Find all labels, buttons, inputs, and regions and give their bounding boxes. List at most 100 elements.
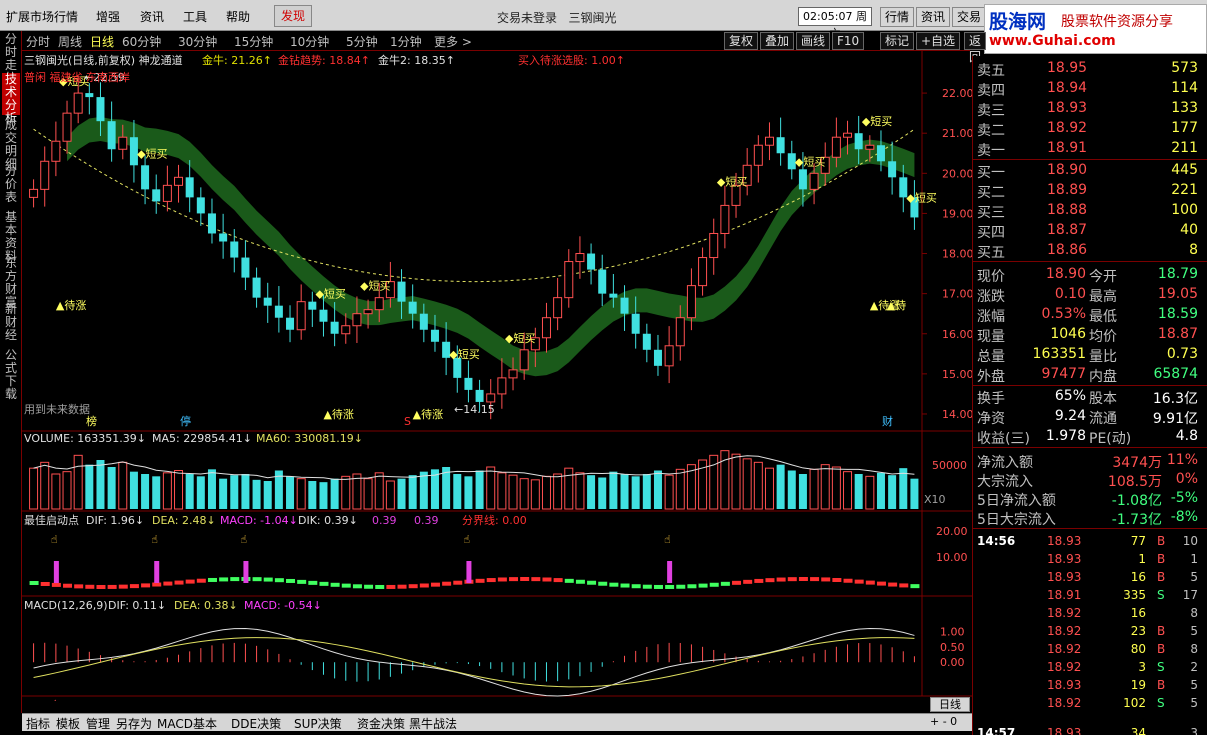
volume-bar [854,474,863,509]
bottom-item-6[interactable]: SUP决策 [294,715,342,732]
volume-bar [653,470,662,509]
stat-label: 现价 [977,269,1005,285]
event-marker-1: 停 [180,414,191,428]
start-histogram-bar [698,583,708,588]
tick-count: 5 [1190,678,1198,692]
left-tab-5[interactable]: 东方财富 [2,257,20,309]
candle-body [486,393,496,403]
start-histogram-bar [196,578,206,583]
ask-row-0: 卖五 18.95 573 [973,58,1207,79]
volume-bar [609,471,618,509]
chart-tool-button-6[interactable]: 返回 [964,32,987,64]
volume-bar [798,474,807,509]
bottom-item-5[interactable]: DDE决策 [231,715,281,732]
news-button[interactable]: 资讯 [916,7,951,27]
event-marker-0: 榜 [86,414,97,428]
macd-series-1: DEA: 0.38↓ [174,599,238,612]
start-histogram-bar [620,583,630,588]
menu-help[interactable]: 帮助 [226,8,250,25]
quote-button[interactable]: 行情 [880,7,915,27]
x-axis-label: 6 [452,699,459,701]
login-area: 交易未登录 三钢闽光 [497,9,616,26]
left-tab-7[interactable]: 公式下载 [2,349,20,401]
start-signal-bar [243,561,249,583]
period-0[interactable]: 分时 [26,33,50,50]
chart-area[interactable]: 22.00 21.00 20.00 19.00 18.00 17.00 16.00 15.00… [22,51,972,701]
start-histogram-bar [486,578,496,583]
zoom-control-labels[interactable]: + - 0 [930,715,957,728]
left-tab-1[interactable]: 技术分析 [2,73,20,125]
candle-body [118,136,128,150]
chart-tool-button-1[interactable]: 叠加 [760,32,795,50]
bottom-item-1[interactable]: 模板 [56,715,80,732]
event-marker-2: S [404,415,411,428]
volume-bar [899,468,908,509]
start-histogram-bar [631,584,641,589]
stat-value: 18.87 [1157,326,1198,342]
bottom-item-0[interactable]: 指标 [26,715,50,732]
quote-price: 18.90 [1047,162,1088,178]
left-tab-6[interactable]: 新财经 [2,303,20,345]
stock-chart[interactable]: 22.00 21.00 20.00 19.00 18.00 17.00 16.00 15.00… [22,51,972,701]
start-histogram-bar [408,584,418,589]
stat-label: 换手 [977,391,1005,407]
daily-tab[interactable]: 日线 [930,697,970,712]
bottom-item-2[interactable]: 管理 [86,715,110,732]
tick-row: 18.93 19 B 5 [973,676,1207,694]
volume-bar [85,464,94,509]
period-6[interactable]: 10分钟 [290,33,329,50]
candle-body [519,349,529,371]
stat-value: 1.978 [1045,428,1086,444]
period-2[interactable]: 日线 [90,33,114,50]
stat-label: 最高 [1089,289,1117,305]
bottom-item-8[interactable]: 黑牛战法 [409,715,457,732]
start-histogram-bar [743,579,753,584]
volume-bar [308,481,317,509]
candle-body [96,97,105,122]
start-histogram-bar [653,584,663,589]
indicator-1: 金钻趋势: 18.84↑ [278,53,370,67]
left-tab-2[interactable]: 成交明细 [2,119,20,171]
volume-bar [631,476,640,509]
start-histogram-bar [843,578,853,583]
chart-tool-button-5[interactable]: +自选 [916,32,961,50]
menu-tools[interactable]: 工具 [183,8,207,25]
trade-button[interactable]: 交易 [952,7,987,27]
period-7[interactable]: 5分钟 [346,33,378,50]
start-histogram-bar [419,583,429,588]
chart-tool-button-3[interactable]: F10 [832,32,865,50]
volume-bar [230,475,239,509]
quote-price: 18.87 [1047,222,1088,238]
bottom-item-7[interactable]: 资金决策 [357,715,405,732]
period-1[interactable]: 周线 [58,33,82,50]
bottom-item-4[interactable]: MACD基本 [157,715,217,732]
menu-news[interactable]: 资讯 [140,8,164,25]
menu-extended-market[interactable]: 扩展市场行情 [6,8,78,25]
period-5[interactable]: 15分钟 [234,33,273,50]
chart-tool-button-0[interactable]: 复权 [724,32,759,50]
volume-bar [530,479,540,510]
discover-button[interactable]: 发现 [274,5,312,27]
left-tab-3[interactable]: 分价表 [2,165,20,207]
tick-count: 17 [1182,588,1198,602]
candle-body [541,317,551,339]
period-8[interactable]: 1分钟 [390,33,422,50]
bottom-item-3[interactable]: 另存为 [116,715,152,732]
login-status[interactable]: 交易未登录 [497,11,557,25]
start-signal-bar [53,561,59,583]
period-9[interactable]: 更多 > [434,33,472,50]
chart-tool-button-4[interactable]: 标记 [880,32,915,50]
tick-volume: 102 [1123,696,1146,710]
start-histogram-bar [821,577,831,582]
chart-tool-button-2[interactable]: 画线 [796,32,831,50]
flow-row-2: 5日净流入额 -1.08亿 -5% [973,488,1207,509]
start-histogram-bar [286,578,296,583]
menu-enhance[interactable]: 增强 [96,8,120,25]
left-tab-0[interactable]: 分时走势 [2,33,20,85]
tick-volume: 80 [1130,642,1146,656]
period-3[interactable]: 60分钟 [122,33,161,50]
tick-price: 18.92 [1047,660,1082,674]
candle-body [709,232,719,259]
period-4[interactable]: 30分钟 [178,33,217,50]
left-tab-4[interactable]: 基本资料 [2,211,20,263]
